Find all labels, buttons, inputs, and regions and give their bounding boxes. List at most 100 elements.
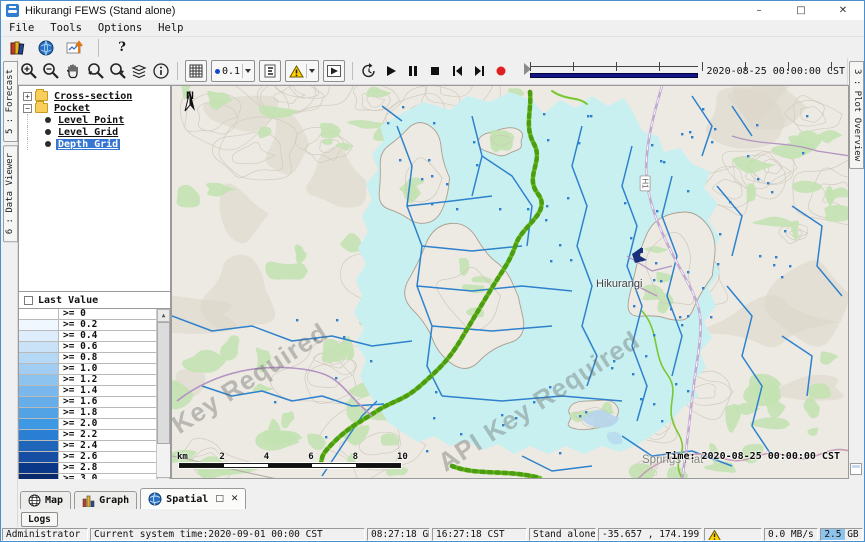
status-coordinates: -35.657 , 174.199 xyxy=(598,528,702,541)
logs-button[interactable]: Logs xyxy=(21,512,58,527)
tree-item-level-grid[interactable]: Level Grid xyxy=(19,126,170,138)
scale-tick-label: 10 xyxy=(397,452,408,462)
grid-display-button[interactable] xyxy=(185,60,207,82)
spatial-layer-panel: + Cross-section−PocketLevel PointLevel Gr… xyxy=(18,85,171,491)
warnings-dropdown[interactable] xyxy=(285,60,319,82)
zoom-out-icon[interactable] xyxy=(40,60,62,82)
bar-chart-icon xyxy=(82,494,95,507)
legend-color-swatch xyxy=(19,364,59,374)
timeline-tick xyxy=(702,62,703,71)
folder-icon xyxy=(35,103,48,113)
north-arrow-icon xyxy=(180,90,200,114)
timeline-tick xyxy=(745,62,746,71)
zoom-previous-icon[interactable] xyxy=(84,60,106,82)
close-button[interactable]: ✕ xyxy=(822,1,864,20)
menu-file[interactable]: File xyxy=(1,22,42,34)
skip-to-start-button[interactable] xyxy=(446,60,468,82)
toolbar-separator xyxy=(98,39,99,57)
toolbar-separator xyxy=(177,62,178,80)
status-local-time: 16:27:18 CST xyxy=(432,528,527,541)
tab-close-icon[interactable]: ✕ xyxy=(231,494,239,504)
map-globe-icon[interactable] xyxy=(35,37,57,59)
tree-connector xyxy=(27,114,43,126)
tab-forecast[interactable]: 5 : Forecast xyxy=(3,61,18,142)
time-slider[interactable] xyxy=(524,61,697,81)
tab-graph[interactable]: Graph xyxy=(74,491,137,509)
scale-tick-label: 2 xyxy=(219,452,224,462)
minimize-button[interactable]: – xyxy=(738,1,780,20)
legend-threshold-label: >= 1.0 xyxy=(59,364,97,374)
legend-color-swatch xyxy=(19,320,59,330)
legend-button[interactable] xyxy=(259,60,281,82)
play-button[interactable] xyxy=(380,60,402,82)
menu-options[interactable]: Options xyxy=(90,22,150,34)
title-bar[interactable]: Hikurangi FEWS (Stand alone) – □ ✕ xyxy=(1,1,864,20)
layers-icon[interactable] xyxy=(128,60,150,82)
skip-to-end-button[interactable] xyxy=(468,60,490,82)
zoom-in-icon[interactable] xyxy=(18,60,40,82)
database-books-icon[interactable] xyxy=(6,37,28,59)
tree-item-depth-grid[interactable]: Depth Grid xyxy=(19,138,170,150)
legend-color-swatch xyxy=(19,375,59,385)
tab-plot-overview[interactable]: 3 : Plot Overview xyxy=(849,61,864,169)
timeline-tick xyxy=(573,62,574,71)
status-bar: Administrator Current system time:2020-0… xyxy=(1,527,864,541)
tab-data-viewer[interactable]: 6 : Data Viewer xyxy=(3,145,18,242)
legend-color-swatch xyxy=(19,463,59,473)
legend-scrollbar[interactable]: ▲ ▼ xyxy=(156,309,170,490)
pause-button[interactable] xyxy=(402,60,424,82)
legend-threshold-label: >= 0.2 xyxy=(59,320,97,330)
tree-item-label: Cross-section xyxy=(52,91,134,102)
export-timeseries-icon[interactable] xyxy=(64,37,86,59)
scale-bar: km246810 xyxy=(177,452,409,468)
decimal-precision-dropdown[interactable]: 0.1 xyxy=(211,60,255,82)
scroll-up-icon[interactable]: ▲ xyxy=(157,309,170,322)
wire-globe-icon xyxy=(28,494,41,507)
record-button[interactable] xyxy=(490,60,512,82)
scale-segment xyxy=(268,464,312,467)
window-title: Hikurangi FEWS (Stand alone) xyxy=(25,5,175,17)
timeline-tick xyxy=(831,62,832,71)
legend-panel: >= 0>= 0.2>= 0.4>= 0.6>= 0.8>= 1.0>= 1.2… xyxy=(19,309,170,490)
reset-time-icon[interactable] xyxy=(358,60,380,82)
last-value-checkbox[interactable] xyxy=(24,296,33,305)
scale-tick-label: 6 xyxy=(308,452,313,462)
menu-tools[interactable]: Tools xyxy=(42,22,90,34)
map-canvas[interactable]: API Key Required API Key Required N Hiku… xyxy=(171,85,849,479)
status-network: 0.0 MB/s xyxy=(764,528,818,541)
info-icon[interactable] xyxy=(150,60,172,82)
scale-segment xyxy=(312,464,356,467)
app-window: Hikurangi FEWS (Stand alone) – □ ✕ File … xyxy=(0,0,865,542)
help-button[interactable]: ? xyxy=(111,37,133,59)
legend-color-swatch xyxy=(19,353,59,363)
legend-threshold-label: >= 0 xyxy=(59,309,86,319)
status-warning[interactable] xyxy=(704,528,762,541)
zoom-next-icon[interactable] xyxy=(106,60,128,82)
legend-threshold-label: >= 2.6 xyxy=(59,452,97,462)
tab-spatial[interactable]: Spatial □ ✕ xyxy=(140,488,246,509)
tab-map[interactable]: Map xyxy=(20,491,71,509)
tree-expander-icon[interactable]: + xyxy=(23,92,32,101)
tree-expander-icon[interactable]: − xyxy=(23,104,32,113)
legend-threshold-label: >= 1.6 xyxy=(59,397,97,407)
legend-color-swatch xyxy=(19,452,59,462)
scrollbar-thumb[interactable] xyxy=(157,322,170,444)
menu-help[interactable]: Help xyxy=(150,22,191,34)
status-memory[interactable]: 2.5 GB xyxy=(820,528,863,541)
tree-item-pocket[interactable]: −Pocket xyxy=(19,102,170,114)
tree-item-level-point[interactable]: Level Point xyxy=(19,114,170,126)
tab-restore-icon[interactable]: □ xyxy=(215,494,224,504)
tree-connector xyxy=(27,126,43,138)
legend-color-swatch xyxy=(19,309,59,319)
right-tab-strip: 3 : Plot Overview xyxy=(847,58,864,477)
stop-button[interactable] xyxy=(424,60,446,82)
pan-hand-icon[interactable] xyxy=(62,60,84,82)
layer-point-icon xyxy=(45,129,51,135)
legend-threshold-label: >= 2.4 xyxy=(59,441,97,451)
maximize-button[interactable]: □ xyxy=(780,1,822,20)
legend-threshold-label: >= 0.4 xyxy=(59,331,97,341)
legend-threshold-label: >= 1.4 xyxy=(59,386,97,396)
dock-layout-icon[interactable] xyxy=(850,463,862,475)
animation-movie-button[interactable] xyxy=(323,60,345,82)
legend-threshold-label: >= 1.8 xyxy=(59,408,97,418)
